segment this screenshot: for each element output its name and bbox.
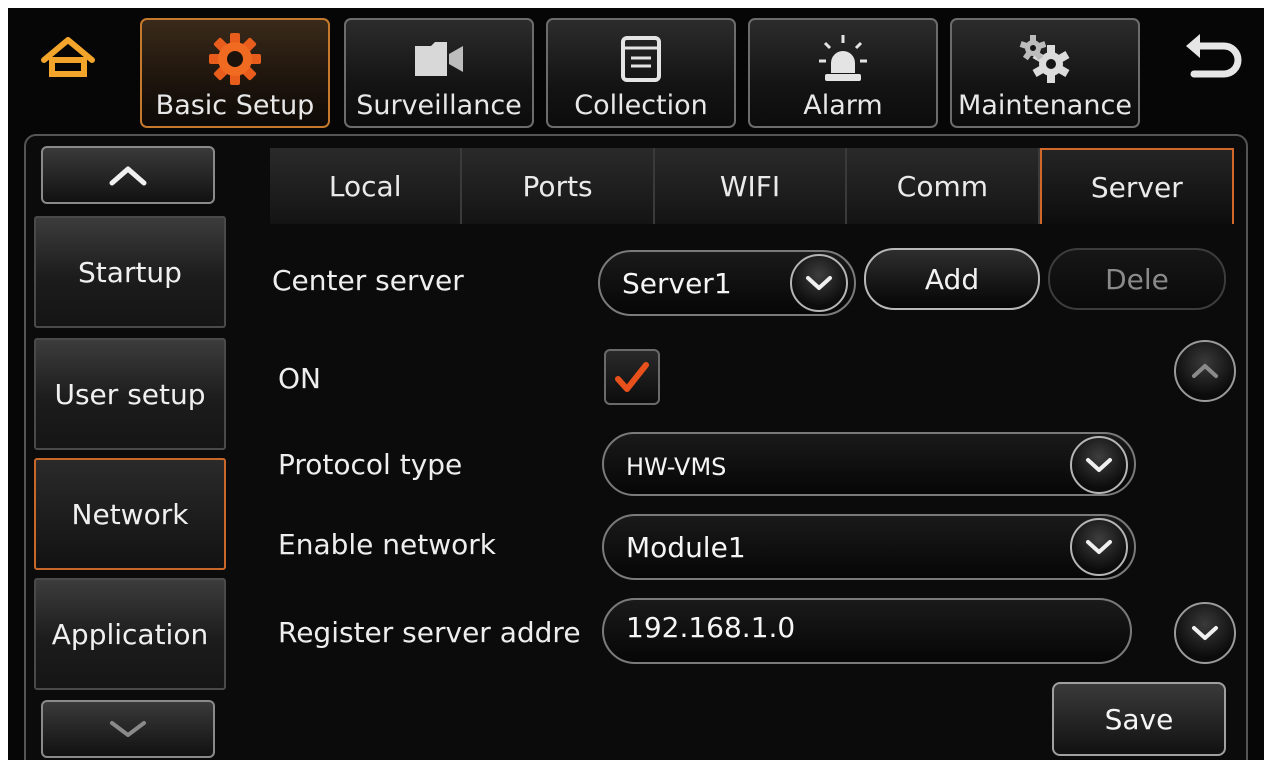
sidebar-item-application[interactable]: Application <box>34 578 226 690</box>
checkmark-icon <box>615 362 649 392</box>
home-button[interactable] <box>38 30 98 86</box>
tab-local[interactable]: Local <box>270 148 463 224</box>
register-server-input[interactable]: 192.168.1.0 <box>602 598 1132 664</box>
chevron-up-icon <box>1192 364 1218 378</box>
enable-network-dropdown-button[interactable] <box>1070 518 1128 576</box>
app-window: Basic Setup Surveillance Collection Alar… <box>8 8 1264 760</box>
enable-network-label: Enable network <box>278 528 496 561</box>
sidebar-item-label: Network <box>71 497 189 531</box>
chevron-down-icon <box>1192 626 1218 640</box>
save-button[interactable]: Save <box>1052 682 1226 756</box>
siren-icon <box>819 35 867 81</box>
tab-label: Comm <box>896 169 989 203</box>
center-server-label: Center server <box>272 264 464 297</box>
chevron-up-icon <box>109 166 147 186</box>
document-icon <box>621 36 661 82</box>
tab-label: WIFI <box>719 169 781 203</box>
tab-surveillance[interactable]: Surveillance <box>344 18 534 128</box>
tab-label: Ports <box>522 169 593 203</box>
delete-button[interactable]: Dele <box>1048 248 1226 310</box>
sidebar-item-user-setup[interactable]: User setup <box>34 338 226 450</box>
chevron-down-icon <box>1086 458 1112 472</box>
tab-label: Alarm <box>803 90 883 121</box>
save-button-label: Save <box>1104 702 1174 736</box>
protocol-type-select[interactable]: HW-VMS <box>602 432 1136 496</box>
add-button[interactable]: Add <box>864 248 1040 310</box>
gears-icon <box>1019 35 1070 83</box>
on-label: ON <box>278 362 321 395</box>
tab-ports[interactable]: Ports <box>462 148 655 224</box>
sidebar-item-label: Application <box>51 617 209 651</box>
home-icon <box>41 37 95 77</box>
tab-label: Local <box>328 169 402 203</box>
center-server-value: Server1 <box>622 266 732 300</box>
delete-button-label: Dele <box>1105 262 1169 296</box>
chevron-down-icon <box>110 721 146 737</box>
gear-icon <box>209 33 261 85</box>
back-button[interactable] <box>1178 30 1248 86</box>
center-server-dropdown-button[interactable] <box>790 254 848 312</box>
protocol-type-label: Protocol type <box>278 448 463 481</box>
enable-network-value: Module1 <box>626 530 746 564</box>
camera-icon <box>415 42 463 76</box>
sidebar-item-label: User setup <box>54 377 206 411</box>
tab-label: Maintenance <box>958 90 1132 121</box>
tab-alarm[interactable]: Alarm <box>748 18 938 128</box>
tab-collection[interactable]: Collection <box>546 18 736 128</box>
sidebar-item-startup[interactable]: Startup <box>34 216 226 328</box>
tab-label: Collection <box>574 90 708 121</box>
form-scroll-up[interactable] <box>1174 340 1236 402</box>
tab-label: Surveillance <box>356 90 522 121</box>
tab-maintenance[interactable]: Maintenance <box>950 18 1140 128</box>
tab-label: Server <box>1090 170 1183 204</box>
tab-server[interactable]: Server <box>1039 148 1235 224</box>
sidebar-item-network[interactable]: Network <box>34 458 226 570</box>
sidebar-item-label: Startup <box>78 255 182 289</box>
tab-comm[interactable]: Comm <box>847 148 1040 224</box>
on-checkbox[interactable] <box>604 349 660 405</box>
form-scroll-down[interactable] <box>1174 602 1236 664</box>
chevron-down-icon <box>1086 540 1112 554</box>
sidebar-scroll-down[interactable] <box>41 700 215 758</box>
tab-label: Basic Setup <box>155 90 315 121</box>
chevron-down-icon <box>806 276 832 290</box>
protocol-type-dropdown-button[interactable] <box>1070 436 1128 494</box>
sidebar-scroll-up[interactable] <box>41 146 215 204</box>
protocol-type-value: HW-VMS <box>626 453 727 481</box>
tab-wifi[interactable]: WIFI <box>654 148 848 224</box>
register-server-value: 192.168.1.0 <box>626 610 796 644</box>
back-arrow-icon <box>1186 34 1242 78</box>
tab-basic-setup[interactable]: Basic Setup <box>140 18 330 128</box>
register-server-label: Register server addre <box>278 616 581 649</box>
add-button-label: Add <box>924 262 980 296</box>
subtab-bar: Local Ports WIFI Comm Server <box>270 148 1235 224</box>
enable-network-select[interactable]: Module1 <box>602 514 1136 580</box>
